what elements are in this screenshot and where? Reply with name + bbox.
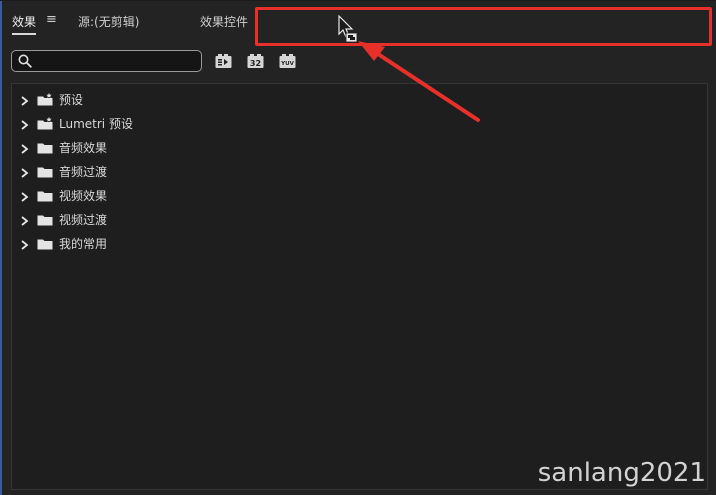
- annotation-arrow-icon: [358, 41, 480, 122]
- watermark: sanlang2021: [537, 458, 706, 488]
